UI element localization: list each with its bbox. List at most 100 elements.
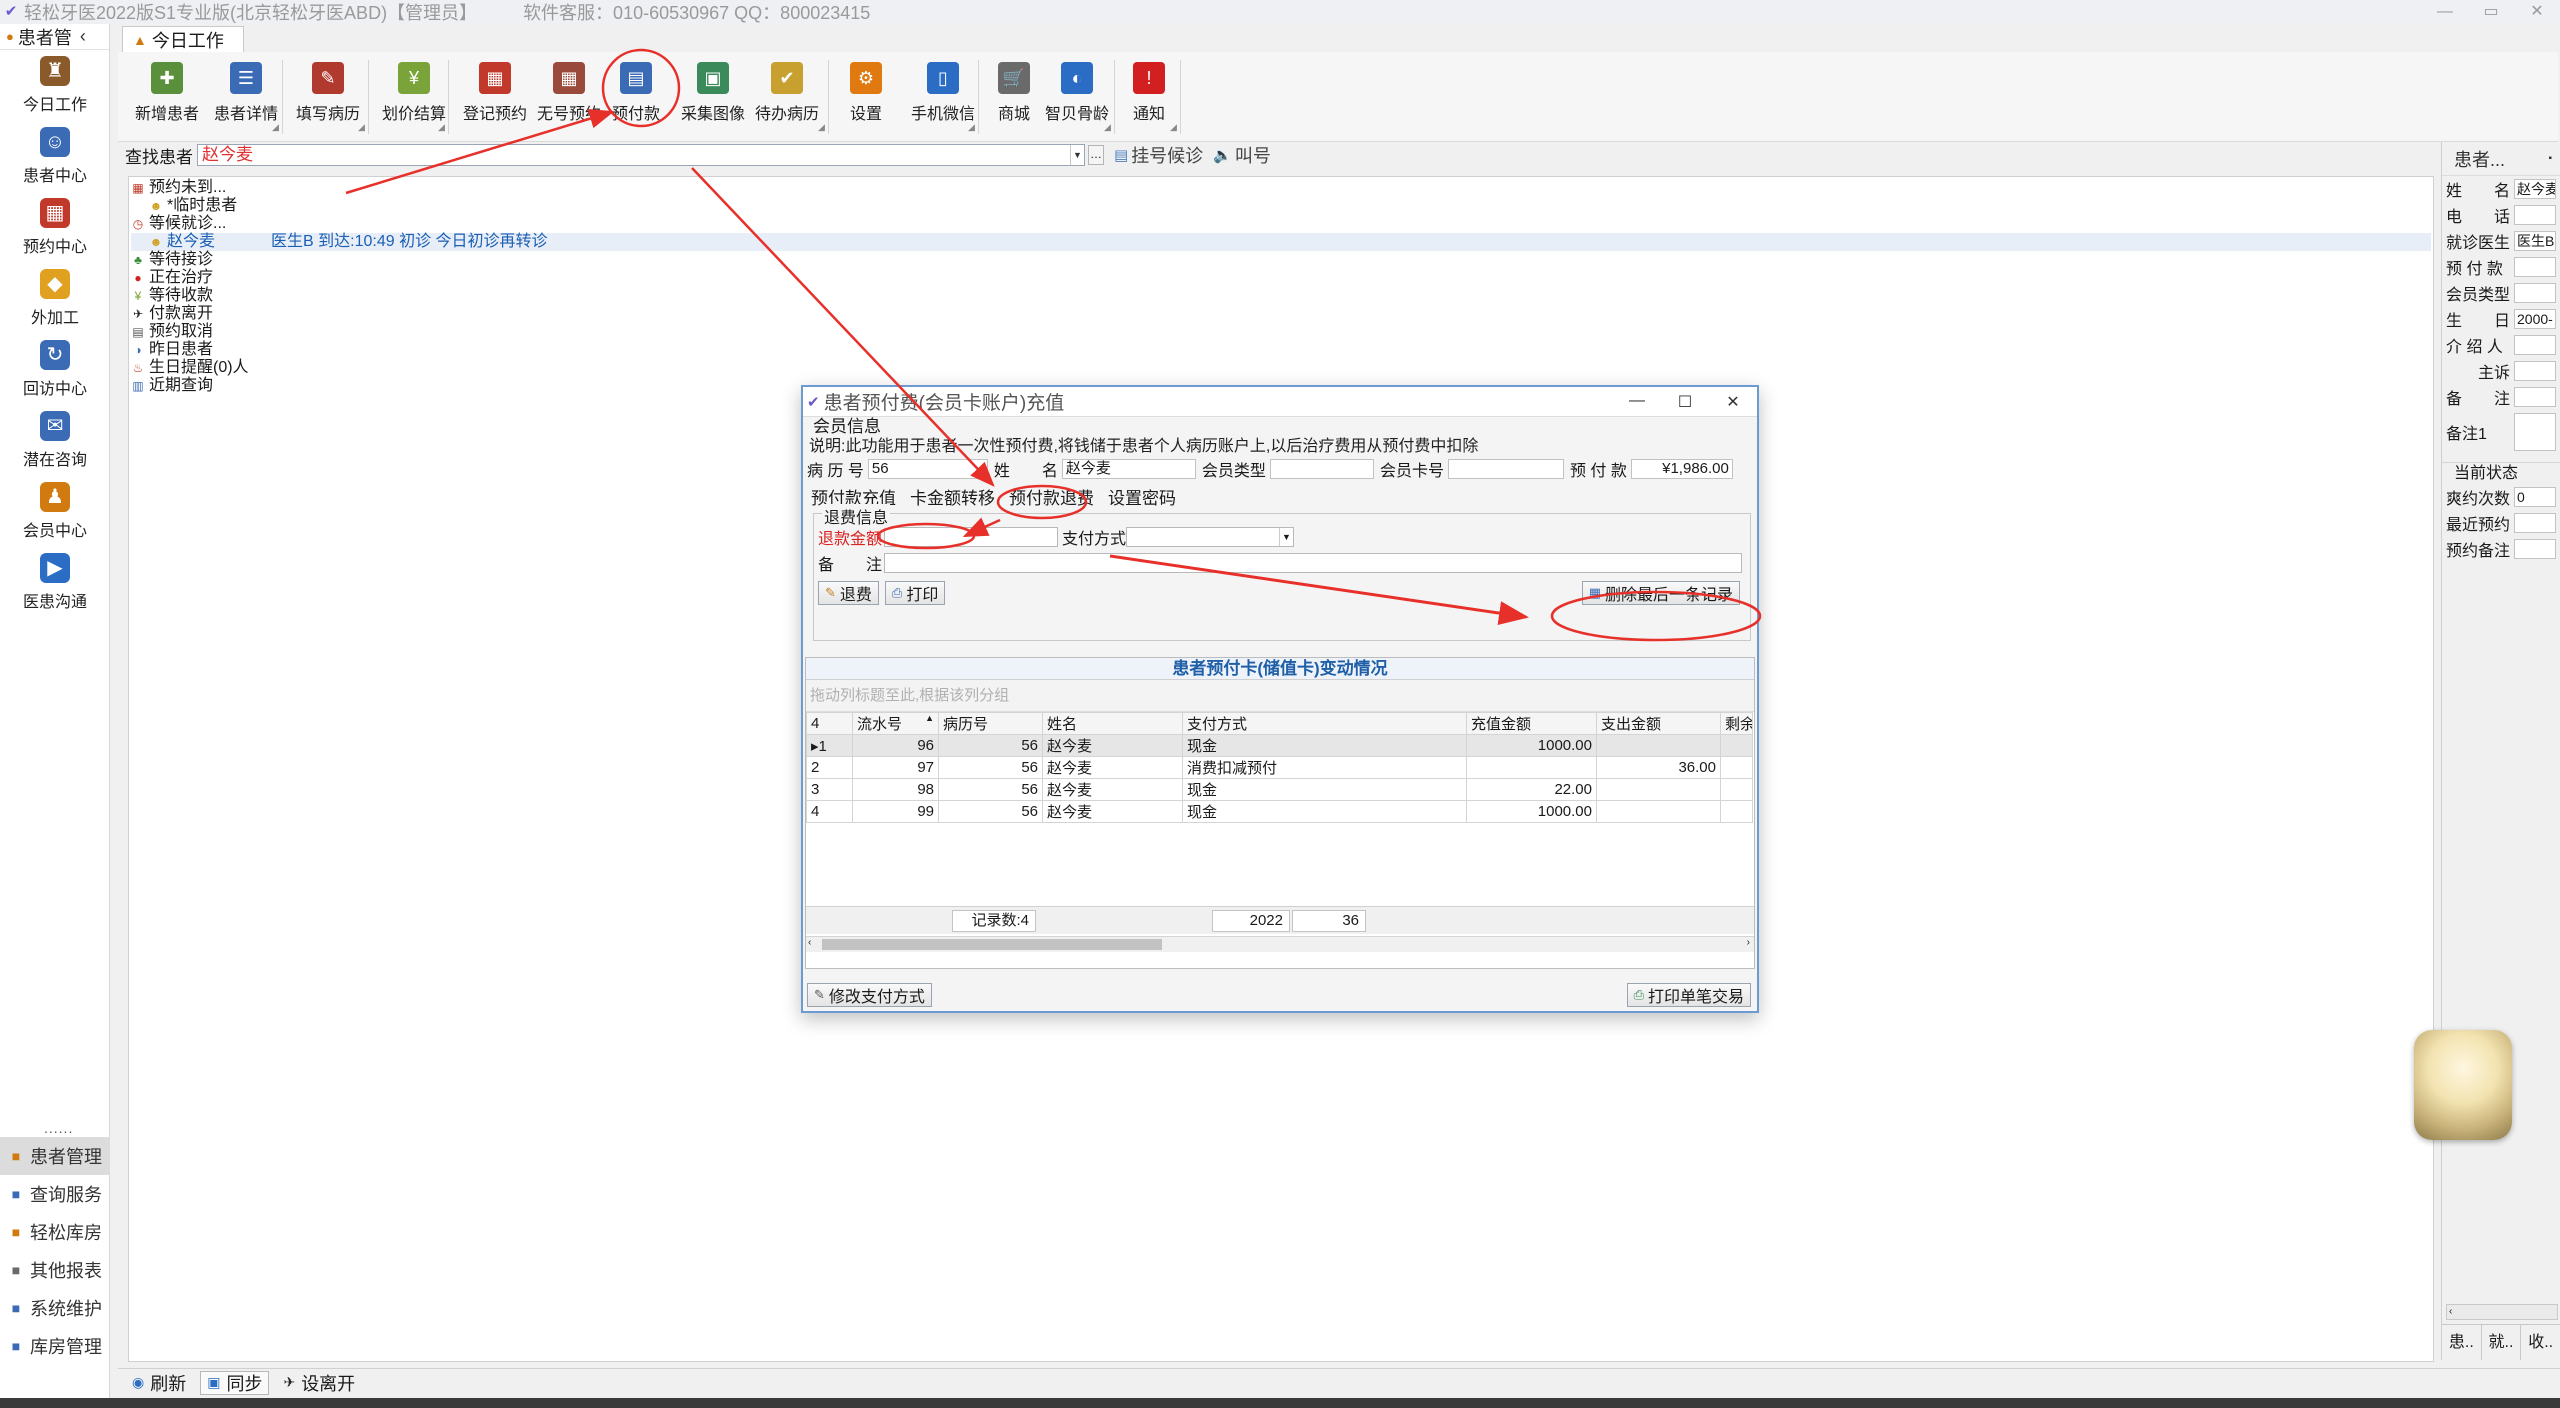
sidebar-dots[interactable]: ...... [44,1120,73,1136]
group-expand-icon[interactable]: ◢ [358,122,365,133]
search-input[interactable]: 赵今麦 ▼ [197,144,1085,166]
chevron-down-icon[interactable]: ▼ [1279,528,1293,546]
refund-button[interactable]: ✎ 退费 [818,581,879,605]
tree-row[interactable]: ☻ *临时患者 [131,197,2431,215]
tree-row[interactable]: ▦ 预约未到... [131,179,2431,197]
col-name-header[interactable]: 姓名 [1042,712,1183,735]
bottom-nav-item-0[interactable]: ■ 患者管理 [0,1137,110,1175]
panel-field-value[interactable] [2514,387,2556,407]
payment-method-select[interactable]: ▼ [1126,527,1295,547]
table-row[interactable]: 3 98 56 赵今麦 现金 22.00 [806,778,1753,801]
panel-field-value[interactable] [2514,513,2556,533]
group-expand-icon[interactable]: ◢ [1170,122,1177,133]
card-no-field[interactable] [1447,459,1564,479]
sync-button[interactable]: ▣ 同步 [200,1370,270,1395]
panel-field-value[interactable]: 2000- [2514,309,2556,329]
group-expand-icon[interactable]: ◢ [272,122,279,133]
scroll-right-icon[interactable]: › [1747,937,1750,948]
register-wait-button[interactable]: ▤ 挂号候诊 [1114,142,1203,168]
tree-row[interactable]: ♣ 等待接诊 [131,251,2431,269]
record-no-field[interactable]: 56 [867,459,988,479]
toolbar-button-12[interactable]: ◐ 智贝骨龄 [1042,60,1112,132]
sidebar-item-0[interactable]: ♜ 今日工作 [0,50,110,121]
panel-field-value[interactable] [2514,361,2556,381]
tree-row[interactable]: ✈ 付款离开 [131,305,2431,323]
grid-group-panel[interactable]: 拖动列标题至此,根据该列分组 [806,680,1754,712]
toolbar-button-0[interactable]: ✚ 新增患者 [132,60,202,132]
group-expand-icon[interactable]: ◢ [818,122,825,133]
dialog-tab-3[interactable]: 设置密码 [1108,482,1176,511]
toolbar-button-6[interactable]: ▤ 预付款 [606,60,666,132]
sidebar-item-4[interactable]: ↻ 回访中心 [0,334,110,405]
grid-hscrollbar[interactable]: ‹ › [806,936,1754,952]
dialog-minimize-button[interactable]: — [1613,392,1661,412]
collapse-icon[interactable]: ‹ [80,26,86,47]
chevron-down-icon[interactable]: ▼ [1070,145,1084,165]
group-expand-icon[interactable]: ◢ [438,122,445,133]
dialog-tab-2[interactable]: 预付款退费 [1009,482,1094,511]
scroll-thumb[interactable] [822,939,1162,950]
sidebar-item-7[interactable]: ▶ 医患沟通 [0,547,110,618]
refund-amount-input[interactable] [884,527,1058,547]
dialog-maximize-button[interactable]: ☐ [1661,392,1709,412]
tab-today-work[interactable]: ▲ 今日工作 [122,26,244,52]
tree-row[interactable]: ▤ 预约取消 [131,323,2431,341]
leave-button[interactable]: ✈ 设离开 [277,1371,361,1395]
tree-row[interactable]: ¥ 等待收款 [131,287,2431,305]
edit-payment-method-button[interactable]: ✎ 修改支付方式 [807,983,932,1007]
tree-row[interactable]: ☻ 赵今麦 医生B 到达:10:49 初诊 今日初诊再转诊 [131,233,2431,251]
toolbar-button-8[interactable]: ✔ 待办病历 [752,60,822,132]
minimize-button[interactable]: — [2422,0,2468,24]
sidebar-item-3[interactable]: ◆ 外加工 [0,263,110,334]
col-charge-header[interactable]: 充值金额 [1466,712,1597,735]
panel-field-value[interactable] [2514,257,2556,277]
print-button[interactable]: ⎙ 打印 [884,581,946,605]
col-record-header[interactable]: 病历号 [938,712,1043,735]
refresh-button[interactable]: ◉ 刷新 [126,1371,192,1395]
panel-tab-0[interactable]: 患.. [2442,1325,2482,1360]
bottom-nav-item-2[interactable]: ■ 轻松库房 [0,1213,110,1251]
panel-hscrollbar[interactable]: ‹ [2446,1304,2558,1320]
panel-field-value[interactable] [2514,283,2556,303]
bottom-nav-item-4[interactable]: ■ 系统维护 [0,1289,110,1327]
bottom-nav-item-3[interactable]: ■ 其他报表 [0,1251,110,1289]
group-expand-icon[interactable]: ◢ [968,122,975,133]
tree-row[interactable]: ♨ 生日提醒(0)人 [131,359,2431,377]
bottom-nav-item-5[interactable]: ■ 库房管理 [0,1327,110,1365]
refund-note-input[interactable] [884,553,1742,573]
table-row[interactable]: 2 97 56 赵今麦 消费扣减预付 36.00 [806,756,1753,779]
panel-field-value[interactable] [2514,335,2556,355]
sidebar-item-5[interactable]: ✉ 潜在咨询 [0,405,110,476]
panel-field-value[interactable] [2514,413,2556,451]
tree-row[interactable]: ◑ 昨日患者 [131,341,2431,359]
bottom-nav-item-1[interactable]: ■ 查询服务 [0,1175,110,1213]
panel-field-value[interactable]: 0 [2514,487,2556,507]
tree-row[interactable]: ● 正在治疗 [131,269,2431,287]
toolbar-button-4[interactable]: ▦ 登记预约 [460,60,530,132]
sidebar-item-2[interactable]: ▦ 预约中心 [0,192,110,263]
toolbar-button-2[interactable]: ✎ 填写病历 [292,60,364,132]
col-spend-header[interactable]: 支出金额 [1596,712,1721,735]
delete-last-record-button[interactable]: ▦ 删除最后一条记录 [1581,581,1740,605]
col-remain-header[interactable]: 剩余 [1720,712,1753,735]
name-field[interactable]: 赵今麦 [1061,459,1196,479]
sidebar-item-6[interactable]: ♟ 会员中心 [0,476,110,547]
dialog-tab-1[interactable]: 卡金额转移 [910,482,995,511]
toolbar-button-7[interactable]: ▣ 采集图像 [678,60,748,132]
search-more-button[interactable]: … [1088,145,1104,165]
call-button[interactable]: 🔈 叫号 [1213,142,1271,168]
panel-tab-2[interactable]: 收.. [2521,1325,2560,1360]
member-type-field[interactable] [1269,459,1374,479]
toolbar-button-5[interactable]: ▦ 无号预约 [534,60,604,132]
group-expand-icon[interactable]: ◢ [1104,122,1111,133]
toolbar-button-11[interactable]: 🛒 商城 [988,60,1040,132]
table-row[interactable]: ▸1 96 56 赵今麦 现金 1000.00 [806,734,1753,757]
toolbar-button-9[interactable]: ⚙ 设置 [840,60,892,132]
sidebar-item-1[interactable]: ☺ 患者中心 [0,121,110,192]
col-method-header[interactable]: 支付方式 [1182,712,1467,735]
pin-icon[interactable]: ▪ [2548,153,2552,164]
col-serial-header[interactable]: 流水号 ▲ [852,712,939,735]
panel-field-value[interactable]: 医生B [2514,231,2556,251]
dialog-close-button[interactable]: ✕ [1709,392,1757,412]
table-row[interactable]: 4 99 56 赵今麦 现金 1000.00 [806,800,1753,823]
